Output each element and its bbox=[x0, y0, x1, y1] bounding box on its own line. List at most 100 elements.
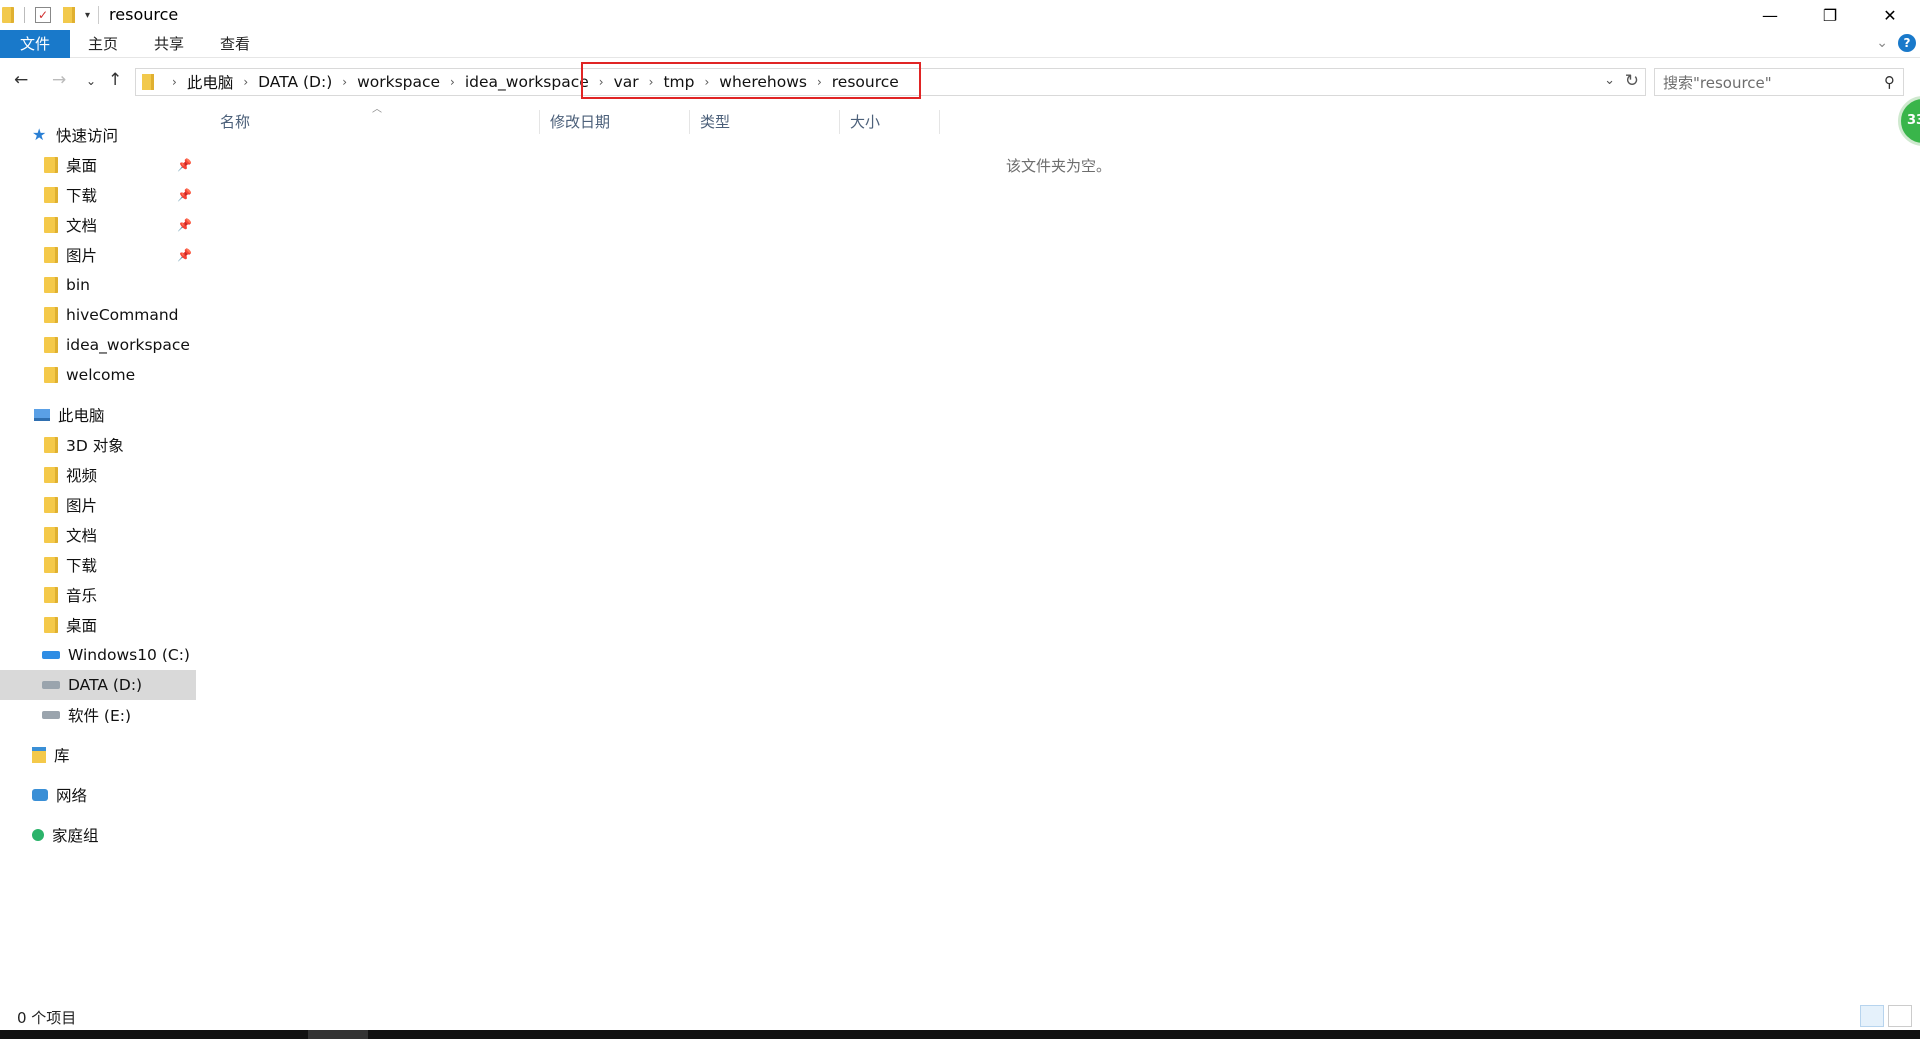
navigation-pane: ★ 快速访问 桌面 📌 下载 📌 文档 📌 图片 📌 bin hiveComma… bbox=[0, 120, 196, 1000]
sidebar-item-welcome[interactable]: welcome bbox=[0, 360, 196, 390]
sidebar-item-drive-d[interactable]: DATA (D:) bbox=[0, 670, 196, 700]
minimize-icon: — bbox=[1762, 5, 1778, 25]
sidebar-item-label: 图片 bbox=[66, 497, 98, 515]
close-button[interactable]: ✕ bbox=[1860, 0, 1920, 30]
toolbar-divider bbox=[24, 7, 25, 23]
3d-objects-folder-icon bbox=[44, 437, 58, 453]
tab-file[interactable]: 文件 bbox=[0, 29, 70, 58]
folder-icon bbox=[44, 367, 58, 383]
breadcrumb-data-drive[interactable]: DATA (D:) bbox=[258, 73, 332, 91]
sidebar-item-label: 文档 bbox=[66, 217, 98, 235]
sidebar-item-pc-downloads[interactable]: 下载 bbox=[0, 550, 196, 580]
details-view-icon[interactable] bbox=[1860, 1005, 1884, 1027]
sidebar-item-label: 音乐 bbox=[66, 587, 98, 605]
folder-icon bbox=[44, 337, 58, 353]
sidebar-item-desktop[interactable]: 桌面 📌 bbox=[0, 150, 196, 180]
refresh-icon[interactable]: ↻ bbox=[1625, 71, 1639, 91]
sidebar-item-downloads[interactable]: 下载 📌 bbox=[0, 180, 196, 210]
tab-view[interactable]: 查看 bbox=[202, 30, 268, 58]
sidebar-item-videos[interactable]: 视频 bbox=[0, 460, 196, 490]
folder-icon bbox=[142, 74, 154, 90]
quick-access-toolbar: ✓ ▾ bbox=[0, 0, 98, 30]
chevron-right-icon[interactable]: › bbox=[450, 75, 455, 89]
sidebar-item-label: 下载 bbox=[66, 557, 98, 575]
large-icons-view-icon[interactable] bbox=[1888, 1005, 1912, 1027]
sidebar-item-label: 此电脑 bbox=[58, 407, 105, 425]
sidebar-item-label: 快速访问 bbox=[56, 127, 119, 145]
sidebar-item-label: welcome bbox=[66, 366, 136, 384]
sidebar-item-pc-pictures[interactable]: 图片 bbox=[0, 490, 196, 520]
windows-drive-icon bbox=[42, 651, 60, 659]
navigation-bar: ← → ⌄ ↑ › 此电脑 › DATA (D:) › workspace › … bbox=[0, 66, 1920, 98]
expand-ribbon-chevron-icon[interactable]: ⌄ bbox=[1876, 35, 1888, 51]
sidebar-item-drive-c[interactable]: Windows10 (C:) bbox=[0, 640, 196, 670]
sidebar-item-hivecommand[interactable]: hiveCommand bbox=[0, 300, 196, 330]
downloads-folder-icon bbox=[44, 187, 58, 203]
search-icon[interactable]: ⚲ bbox=[1884, 73, 1895, 91]
breadcrumb-workspace[interactable]: workspace bbox=[357, 73, 440, 91]
sidebar-item-label: 库 bbox=[54, 747, 70, 765]
ribbon-right-controls: ⌄ ? bbox=[1876, 34, 1916, 52]
window-controls: — ❐ ✕ bbox=[1740, 0, 1920, 30]
restore-button[interactable]: ❐ bbox=[1800, 0, 1860, 30]
column-header-name[interactable]: 名称 bbox=[210, 110, 540, 134]
tab-home[interactable]: 主页 bbox=[70, 30, 136, 58]
sidebar-item-label: DATA (D:) bbox=[68, 676, 143, 694]
path-highlight-annotation bbox=[581, 62, 921, 99]
sidebar-item-idea-workspace[interactable]: idea_workspace bbox=[0, 330, 196, 360]
sidebar-item-pc-desktop[interactable]: 桌面 bbox=[0, 610, 196, 640]
sidebar-item-label: 家庭组 bbox=[52, 827, 99, 845]
sidebar-item-network[interactable]: 网络 bbox=[0, 780, 196, 810]
properties-icon[interactable]: ✓ bbox=[35, 7, 51, 23]
column-header-modified[interactable]: 修改日期 bbox=[540, 110, 690, 134]
sidebar-item-libraries[interactable]: 库 bbox=[0, 740, 196, 770]
sidebar-item-this-pc[interactable]: 此电脑 bbox=[0, 400, 196, 430]
up-arrow-icon[interactable]: ↑ bbox=[108, 70, 122, 90]
column-headers: 名称 修改日期 类型 大小 bbox=[210, 110, 950, 134]
desktop-folder-icon bbox=[44, 617, 58, 633]
ribbon-tabs: 文件 主页 共享 查看 ⌄ ? bbox=[0, 29, 1920, 58]
sidebar-item-quick-access[interactable]: ★ 快速访问 bbox=[0, 120, 196, 150]
sidebar-item-documents[interactable]: 文档 📌 bbox=[0, 210, 196, 240]
recent-locations-chevron-icon[interactable]: ⌄ bbox=[86, 74, 96, 88]
help-icon[interactable]: ? bbox=[1898, 34, 1916, 52]
restore-icon: ❐ bbox=[1822, 5, 1838, 25]
sidebar-item-bin[interactable]: bin bbox=[0, 270, 196, 300]
new-folder-icon[interactable] bbox=[63, 7, 75, 23]
pin-icon: 📌 bbox=[177, 248, 192, 262]
folder-icon bbox=[2, 7, 14, 23]
search-input[interactable]: 搜索"resource" ⚲ bbox=[1654, 68, 1904, 96]
breadcrumb-idea-workspace[interactable]: idea_workspace bbox=[465, 73, 589, 91]
column-header-size[interactable]: 大小 bbox=[840, 110, 940, 134]
search-placeholder: 搜索"resource" bbox=[1663, 73, 1772, 92]
sidebar-item-label: idea_workspace bbox=[66, 336, 190, 354]
pictures-folder-icon bbox=[44, 497, 58, 513]
sidebar-item-label: 网络 bbox=[56, 787, 88, 805]
sidebar-item-label: hiveCommand bbox=[66, 306, 179, 324]
network-icon bbox=[32, 789, 48, 801]
chevron-right-icon[interactable]: › bbox=[243, 75, 248, 89]
sidebar-item-homegroup[interactable]: 家庭组 bbox=[0, 820, 196, 850]
tab-share[interactable]: 共享 bbox=[136, 30, 202, 58]
sidebar-item-drive-e[interactable]: 软件 (E:) bbox=[0, 700, 196, 730]
pin-icon: 📌 bbox=[177, 218, 192, 232]
sidebar-item-pc-documents[interactable]: 文档 bbox=[0, 520, 196, 550]
breadcrumb-this-pc[interactable]: 此电脑 bbox=[187, 71, 234, 93]
homegroup-icon bbox=[32, 829, 44, 841]
taskbar-app-button[interactable] bbox=[308, 1030, 368, 1039]
sidebar-item-pictures[interactable]: 图片 📌 bbox=[0, 240, 196, 270]
floating-badge[interactable]: 33 bbox=[1898, 96, 1920, 146]
address-history-chevron-icon[interactable]: ⌄ bbox=[1604, 73, 1615, 88]
empty-folder-message: 该文件夹为空。 bbox=[1006, 157, 1112, 175]
chevron-right-icon[interactable]: › bbox=[172, 75, 177, 89]
documents-folder-icon bbox=[44, 527, 58, 543]
customize-quick-access-dropdown[interactable]: ▾ bbox=[85, 10, 90, 21]
sidebar-item-label: 桌面 bbox=[66, 617, 98, 635]
forward-arrow-icon[interactable]: → bbox=[52, 70, 66, 90]
sidebar-item-3d-objects[interactable]: 3D 对象 bbox=[0, 430, 196, 460]
column-header-type[interactable]: 类型 bbox=[690, 110, 840, 134]
minimize-button[interactable]: — bbox=[1740, 0, 1800, 30]
chevron-right-icon[interactable]: › bbox=[342, 75, 347, 89]
back-arrow-icon[interactable]: ← bbox=[14, 70, 28, 90]
sidebar-item-music[interactable]: 音乐 bbox=[0, 580, 196, 610]
